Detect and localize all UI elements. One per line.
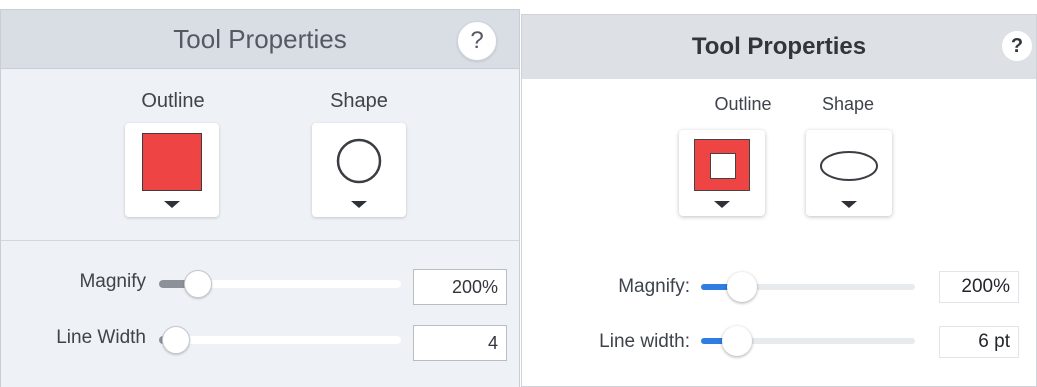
- line-width-label: Line Width: [56, 327, 146, 348]
- magnify-value-field[interactable]: 200%: [939, 271, 1019, 303]
- panel-title: Tool Properties: [691, 33, 867, 60]
- filled-square-icon: [142, 133, 202, 191]
- shape-label: Shape: [821, 94, 875, 114]
- section-divider: [1, 240, 519, 241]
- magnify-label: Magnify: [79, 271, 146, 292]
- outline-dropdown[interactable]: [679, 130, 765, 216]
- outline-dropdown[interactable]: [125, 123, 219, 217]
- magnify-label: Magnify:: [618, 276, 690, 297]
- chevron-down-icon: [714, 201, 730, 208]
- hollow-square-icon: [694, 139, 750, 191]
- help-button[interactable]: ?: [457, 21, 497, 61]
- shape-label: Shape: [330, 90, 388, 112]
- line-width-slider[interactable]: [701, 325, 915, 357]
- magnify-value-field[interactable]: 200%: [413, 269, 507, 305]
- slider-thumb[interactable]: [722, 326, 752, 356]
- slider-thumb[interactable]: [727, 272, 757, 302]
- panel-header: Tool Properties ?: [1, 10, 519, 69]
- slider-track: [159, 336, 401, 344]
- outline-label: Outline: [714, 94, 772, 114]
- magnify-slider[interactable]: [701, 271, 915, 303]
- line-width-value-field[interactable]: 6 pt: [939, 326, 1019, 358]
- shape-dropdown[interactable]: [312, 123, 406, 217]
- slider-thumb[interactable]: [184, 270, 212, 298]
- chevron-down-icon: [351, 201, 367, 208]
- shape-dropdown[interactable]: [806, 130, 892, 216]
- panel-title: Tool Properties: [173, 24, 347, 54]
- panel-header: Tool Properties ?: [522, 15, 1036, 79]
- tool-properties-panel-left: Tool Properties ? Outline Shape Magnify …: [0, 9, 520, 387]
- chevron-down-icon: [164, 201, 180, 208]
- chevron-down-icon: [841, 201, 857, 208]
- line-width-label: Line width:: [599, 331, 690, 352]
- help-button[interactable]: ?: [1002, 31, 1032, 61]
- line-width-value-field[interactable]: 4: [413, 325, 507, 361]
- line-width-slider[interactable]: [159, 324, 401, 354]
- slider-thumb[interactable]: [162, 326, 190, 354]
- magnify-slider[interactable]: [159, 268, 401, 298]
- tool-properties-panel-right: Tool Properties ? Outline Shape Magnify:…: [521, 14, 1037, 387]
- outline-label: Outline: [141, 90, 205, 112]
